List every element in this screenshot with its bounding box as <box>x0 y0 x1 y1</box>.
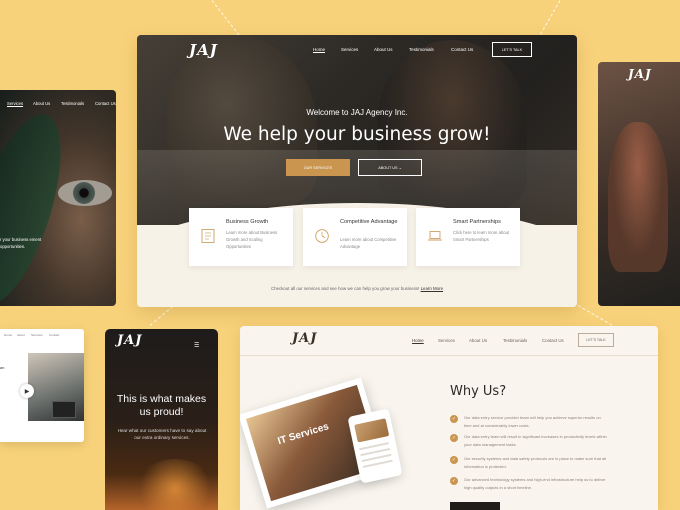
why-us-button[interactable] <box>450 502 500 510</box>
feature-card-competitive-advantage[interactable]: Competitive Advantage Learn more about C… <box>303 208 407 266</box>
nav-contact[interactable]: Contact Us <box>542 338 564 343</box>
check-icon: ✓ <box>450 477 458 485</box>
why-item-text: Our data entry team will result in signi… <box>464 434 607 447</box>
nav-home[interactable]: Home <box>412 338 424 343</box>
feature-card-smart-partnerships[interactable]: Smart Partnerships Click here to learn m… <box>416 208 520 266</box>
eye-hero-card: Services About Us Testimonials Contact U… <box>0 90 116 306</box>
logo[interactable]: JAJ <box>628 67 652 81</box>
nav-services[interactable]: Services <box>7 101 23 106</box>
small-card-text: an <box>0 365 5 370</box>
mobile-subtitle: Hear what our customers have to say abou… <box>117 428 207 440</box>
nav-testimonials[interactable]: Testimonials <box>409 47 434 52</box>
nav-home[interactable]: Home <box>4 333 12 337</box>
hero-section: JAJ Home Services About Us Testimonials … <box>137 35 577 225</box>
nav-contact[interactable]: Contact <box>49 333 59 337</box>
why-title: Why Us? <box>450 384 507 399</box>
nav-contact[interactable]: Contact Us <box>95 101 116 106</box>
clock-icon <box>315 229 329 243</box>
decorative-line <box>149 305 174 326</box>
nav-services[interactable]: Services <box>438 338 455 343</box>
nav-services[interactable]: Services <box>31 333 43 337</box>
document-icon <box>201 229 215 243</box>
nav-home[interactable]: Home <box>313 47 325 52</box>
checkout-line: Checkout all our services and see how we… <box>137 286 577 291</box>
our-services-button[interactable]: OUR SERVICES <box>286 159 350 176</box>
check-icon: ✓ <box>450 456 458 464</box>
top-nav: JAJ Home Services About Us Testimonials … <box>137 35 577 65</box>
hero-title: We help your business grow! <box>223 124 491 145</box>
main-desktop-card: JAJ Home Services About Us Testimonials … <box>137 35 577 307</box>
why-item-text: Our data entry service provider team wil… <box>464 415 601 428</box>
why-item-text: Our advanced technology systems and high… <box>464 477 606 490</box>
nav-about[interactable]: About Us <box>374 47 393 52</box>
nav-about[interactable]: About Us <box>33 101 50 106</box>
laptop-icon <box>428 231 442 241</box>
checkout-text: Checkout all our services and see how we… <box>270 286 420 291</box>
nav-services[interactable]: Services <box>341 47 358 52</box>
learn-more-link[interactable]: Learn More <box>421 286 443 291</box>
logo[interactable]: JAJ <box>189 41 218 59</box>
feature-desc: Click here to learn more about Smart Par… <box>453 230 510 242</box>
right-preview-card: JAJ <box>598 62 680 306</box>
logo[interactable]: JAJ <box>292 331 317 346</box>
video-preview-card: Home About Services Contact an ▶ <box>0 329 84 442</box>
nav-testimonials[interactable]: Testimonials <box>61 101 84 106</box>
feature-title: Competitive Advantage <box>340 219 398 225</box>
play-icon[interactable]: ▶ <box>20 384 34 398</box>
feature-desc: Learn more about Competitive Advantage <box>340 237 397 249</box>
why-item-text: Our security systems and data safety pro… <box>464 456 607 469</box>
feature-card-business-growth[interactable]: Business Growth Learn more about Busines… <box>189 208 293 266</box>
check-icon: ✓ <box>450 415 458 423</box>
feature-title: Business Growth <box>226 219 269 225</box>
monitor-image <box>52 401 76 418</box>
person-image <box>608 122 668 272</box>
mobile-title: This is what makes us proud! <box>116 393 207 418</box>
check-icon: ✓ <box>450 434 458 442</box>
lets-talk-button[interactable]: LET'S TALK <box>578 333 614 347</box>
nav-contact[interactable]: Contact Us <box>451 47 473 52</box>
lets-talk-button[interactable]: LET'S TALK <box>492 42 532 57</box>
top-nav: JAJ Home Services About Us Testimonials … <box>240 326 658 356</box>
mobile-preview-card: JAJ ☰ This is what makes us proud! Hear … <box>105 329 218 510</box>
menu-icon[interactable]: ☰ <box>194 342 202 349</box>
nav-about[interactable]: About Us <box>469 338 487 343</box>
feature-title: Smart Partnerships <box>453 219 501 225</box>
hero-kicker: Welcome to JAJ Agency Inc. <box>306 108 408 117</box>
nav-about[interactable]: About <box>17 333 25 337</box>
about-us-button[interactable]: ABOUT US ⌄ <box>358 159 422 176</box>
logo[interactable]: JAJ <box>117 333 142 348</box>
why-us-card: JAJ Home Services About Us Testimonials … <box>240 326 658 510</box>
feature-desc: Learn more about Business Growth and Sca… <box>226 230 278 249</box>
nav-testimonials[interactable]: Testimonials <box>503 338 527 343</box>
eye-card-text: r your business ement opportunities. <box>0 237 42 249</box>
